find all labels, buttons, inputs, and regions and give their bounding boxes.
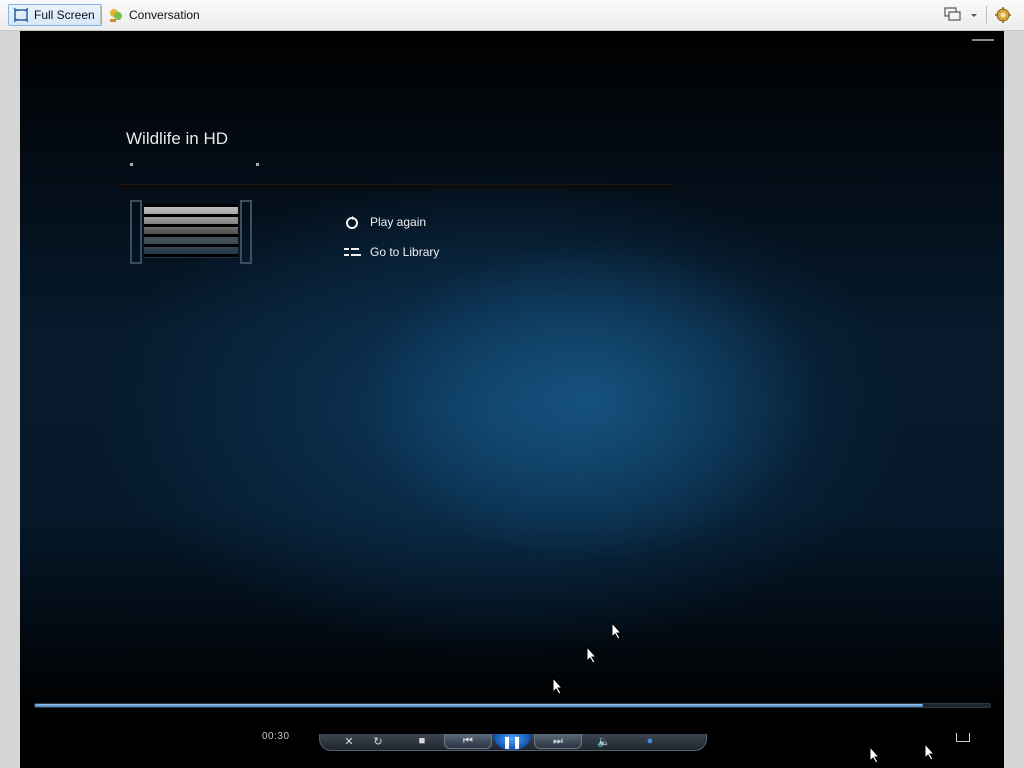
toolbar-divider [986, 6, 987, 24]
minimize-button[interactable] [972, 39, 994, 41]
chevron-down-icon[interactable] [968, 8, 980, 22]
film-strip-right [240, 200, 252, 264]
window-frame-right [1004, 31, 1024, 768]
play-again-link[interactable]: Play again [344, 207, 439, 237]
thumbnail-image [144, 204, 238, 258]
volume-icon: 🔈 [597, 735, 611, 748]
subtitle-fragment [128, 161, 259, 167]
toolbar-divider [100, 6, 101, 24]
full-screen-icon [13, 7, 29, 23]
window-frame-left [0, 31, 20, 768]
transport-controls: ✕ ↻ ■ ⏮ ❚❚ ⏭ 🔈 ● [319, 734, 707, 751]
previous-button[interactable]: ⏮ [444, 734, 492, 749]
shuffle-button[interactable]: ✕ [342, 734, 356, 748]
next-button[interactable]: ⏭ [534, 734, 582, 749]
conversation-label: Conversation [129, 8, 200, 22]
elapsed-time: 00:30 [262, 731, 290, 742]
stop-icon: ■ [418, 735, 426, 747]
settings-icon[interactable] [994, 6, 1012, 24]
volume-slider[interactable]: ● [620, 734, 680, 748]
media-player: Wildlife in HD Play again Go to Library [20, 31, 1004, 768]
previous-icon: ⏮ [463, 734, 473, 747]
go-to-library-label: Go to Library [370, 245, 440, 259]
conversation-icon [108, 7, 124, 23]
display-icon[interactable] [944, 7, 962, 23]
full-screen-button[interactable]: Full Screen [8, 4, 102, 26]
play-again-label: Play again [370, 215, 427, 229]
repeat-button[interactable]: ↻ [371, 734, 385, 748]
next-icon: ⏭ [553, 734, 563, 747]
film-strip-left [130, 200, 142, 264]
pause-icon: ❚❚ [501, 735, 523, 749]
replay-icon [344, 214, 360, 230]
remote-toolbar: Full Screen Conversation [0, 0, 1024, 31]
video-thumbnail[interactable] [130, 200, 252, 264]
stop-button[interactable]: ■ [416, 734, 428, 748]
title-divider [118, 184, 674, 189]
seek-bar[interactable] [34, 703, 991, 708]
library-icon [344, 244, 361, 260]
mute-button[interactable]: 🔈 [596, 734, 612, 748]
volume-knob: ● [646, 735, 654, 747]
full-screen-label: Full Screen [34, 8, 95, 22]
go-to-library-link[interactable]: Go to Library [344, 237, 439, 267]
seek-bar-fill [35, 704, 924, 707]
video-title: Wildlife in HD [126, 129, 229, 148]
pause-button[interactable]: ❚❚ [493, 734, 531, 750]
shuffle-icon: ✕ [344, 735, 354, 748]
end-actions: Play again Go to Library [344, 207, 439, 267]
switch-to-library-icon[interactable] [956, 733, 970, 742]
conversation-button[interactable]: Conversation [104, 4, 206, 26]
repeat-icon: ↻ [373, 735, 383, 748]
